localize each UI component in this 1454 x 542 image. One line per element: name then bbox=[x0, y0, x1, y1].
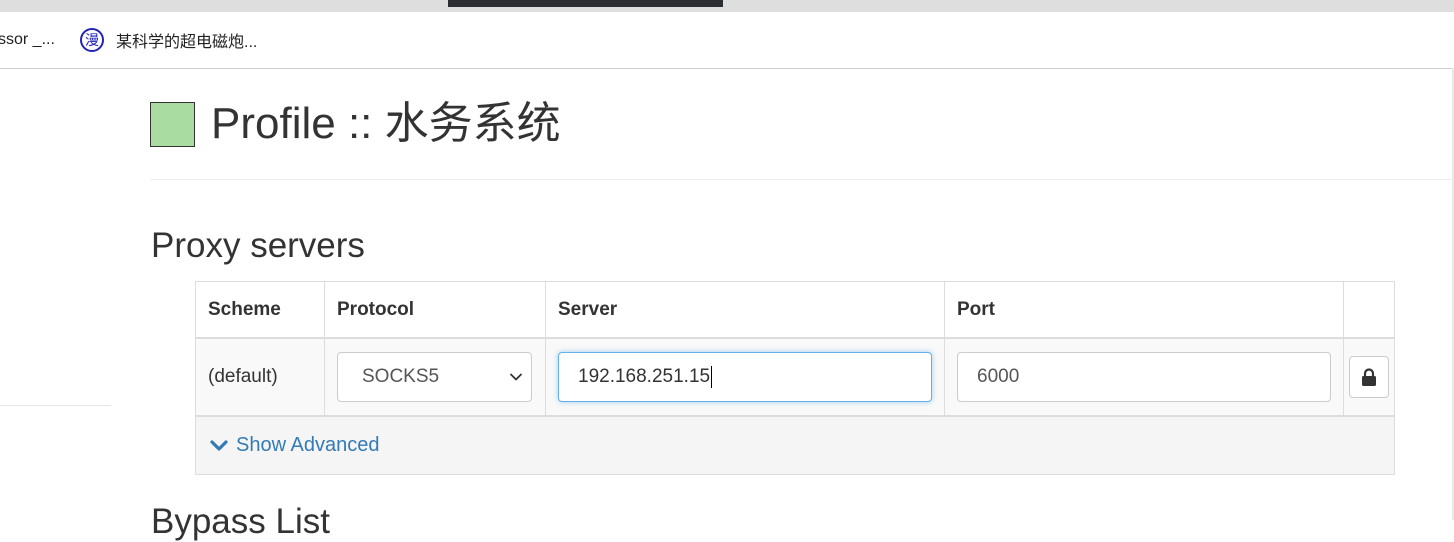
bookmark-label: ssor _... bbox=[0, 31, 55, 48]
sidebar-divider bbox=[0, 405, 111, 406]
lock-icon bbox=[1362, 368, 1376, 386]
chevron-down-icon bbox=[510, 373, 522, 381]
table-row: (default) SOCKS5 192.168.251.15 6000 bbox=[196, 339, 1394, 417]
section-title-proxy-servers: Proxy servers bbox=[151, 226, 365, 265]
bookmark-label: 某科学的超电磁炮... bbox=[116, 34, 258, 51]
show-advanced-label: Show Advanced bbox=[236, 434, 380, 456]
browser-top-strip bbox=[0, 0, 1454, 12]
section-title-bypass-list: Bypass List bbox=[151, 502, 330, 541]
chevron-down-icon bbox=[210, 439, 228, 451]
protocol-select[interactable]: SOCKS5 bbox=[337, 352, 532, 402]
profile-color-swatch[interactable] bbox=[150, 101, 195, 147]
bookmark-item[interactable]: 漫 某科学的超电磁炮... bbox=[80, 12, 257, 68]
page-header: Profile :: 水务系统 bbox=[150, 96, 561, 152]
column-header-scheme: Scheme bbox=[196, 282, 325, 337]
tab-tooltip-bar bbox=[448, 0, 723, 7]
port-input[interactable]: 6000 bbox=[957, 352, 1331, 402]
server-cell: 192.168.251.15 bbox=[546, 339, 945, 415]
header-divider bbox=[150, 179, 1454, 180]
protocol-selected-value: SOCKS5 bbox=[362, 366, 440, 387]
auth-lock-button[interactable] bbox=[1349, 356, 1389, 398]
advanced-row: Show Advanced bbox=[196, 417, 1394, 474]
bookmarks-bar: ssor _... 漫 某科学的超电磁炮... bbox=[0, 12, 1454, 69]
table-header: Scheme Protocol Server Port bbox=[196, 282, 1394, 339]
port-value: 6000 bbox=[977, 366, 1020, 387]
protocol-cell: SOCKS5 bbox=[325, 339, 546, 415]
column-header-port: Port bbox=[945, 282, 1344, 337]
scheme-cell: (default) bbox=[196, 339, 325, 415]
column-header-server: Server bbox=[546, 282, 945, 337]
text-caret bbox=[711, 366, 713, 388]
show-advanced-link[interactable]: Show Advanced bbox=[210, 434, 379, 457]
manga-site-icon: 漫 bbox=[80, 28, 104, 52]
column-header-protocol: Protocol bbox=[325, 282, 546, 337]
proxy-servers-table: Scheme Protocol Server Port (default) SO… bbox=[195, 281, 1395, 475]
page-title: Profile :: 水务系统 bbox=[211, 99, 561, 148]
bookmark-item[interactable]: ssor _... bbox=[0, 12, 55, 68]
scheme-value: (default) bbox=[208, 366, 278, 387]
port-cell: 6000 bbox=[945, 339, 1344, 415]
server-value: 192.168.251.15 bbox=[578, 366, 711, 387]
actions-cell bbox=[1344, 339, 1394, 415]
column-header-actions bbox=[1344, 282, 1394, 337]
server-input[interactable]: 192.168.251.15 bbox=[558, 352, 932, 402]
